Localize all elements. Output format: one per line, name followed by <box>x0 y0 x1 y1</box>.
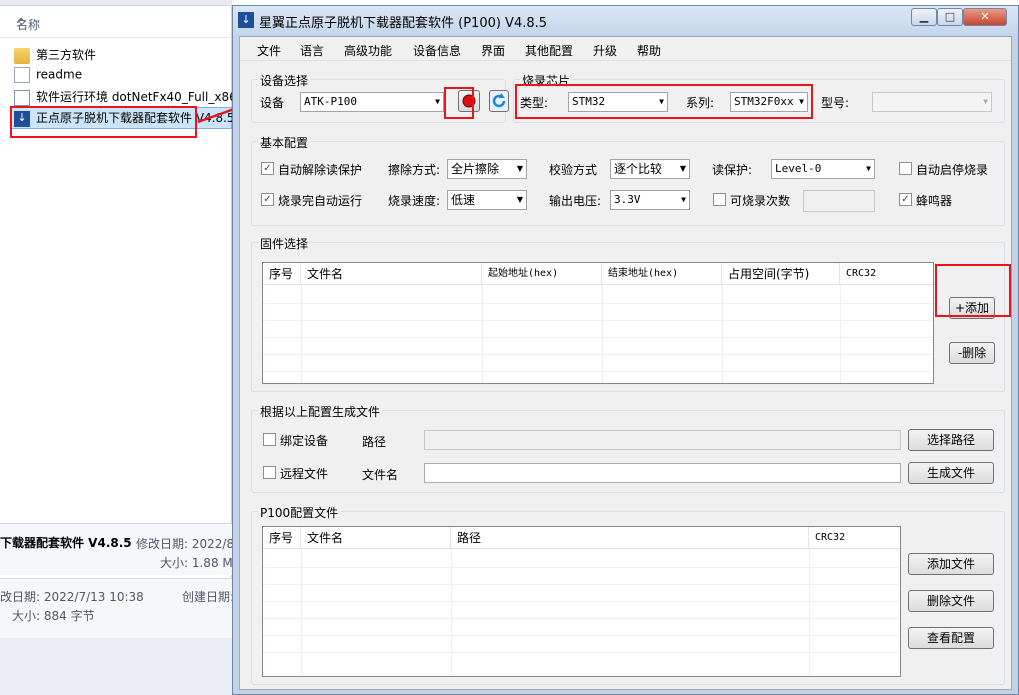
firmware-col-end: 结束地址(hex) <box>602 263 722 285</box>
add-config-file-button[interactable]: 添加文件 <box>908 553 994 575</box>
delete-firmware-button[interactable]: -删除 <box>949 342 995 364</box>
voltage-label: 输出电压: <box>549 194 602 208</box>
window-client-area: 文件 语言 高级功能 设备信息 界面 其他配置 升级 帮助 设备选择 设备 AT… <box>239 36 1012 690</box>
view-config-button[interactable]: 查看配置 <box>908 627 994 649</box>
chevron-down-icon: ▼ <box>681 195 686 204</box>
file-item-third-party[interactable]: 第三方软件 <box>14 46 234 66</box>
title-bar[interactable]: ↓ 星翼正点原子脱机下载器配套软件 (P100) V4.8.5 ▁ □ ✕ <box>233 6 1018 36</box>
buzzer-checkbox[interactable]: ✓ <box>899 193 912 206</box>
details-pane-bottom: 改日期: 2022/7/13 10:38 创建日期: 大小: 884 字节 <box>0 578 234 638</box>
details-pane-top: 下载器配套软件 V4.8.5 修改日期: 2022/8 大小: 1.88 M <box>0 523 234 575</box>
p100-col-filename: 文件名 <box>301 527 451 549</box>
explorer-toolbar-strip <box>0 0 232 6</box>
path-input[interactable] <box>424 430 901 450</box>
menu-device-info[interactable]: 设备信息 <box>413 42 461 59</box>
burn-count-checkbox[interactable] <box>713 193 726 206</box>
app-download-icon: ↓ <box>238 12 254 28</box>
auto-start-checkbox[interactable] <box>899 162 912 175</box>
p100-col-crc: CRC32 <box>809 527 900 549</box>
p100-config-table[interactable]: 序号 文件名 路径 CRC32 <box>262 526 901 677</box>
p100-col-index: 序号 <box>263 527 301 549</box>
minimize-button[interactable]: ▁ <box>911 8 937 26</box>
chevron-down-icon: ▼ <box>435 97 440 106</box>
refresh-icon <box>492 93 506 108</box>
folder-icon <box>14 47 30 64</box>
speed-label: 烧录速度: <box>388 194 441 208</box>
firmware-col-filename: 文件名 <box>301 263 482 285</box>
path-label: 路径 <box>362 435 387 449</box>
menu-help[interactable]: 帮助 <box>637 42 661 59</box>
remote-file-checkbox[interactable] <box>263 466 276 479</box>
firmware-col-start: 起始地址(hex) <box>482 263 602 285</box>
refresh-button[interactable] <box>489 90 509 112</box>
delete-config-file-button[interactable]: 删除文件 <box>908 590 994 612</box>
generate-file-button[interactable]: 生成文件 <box>908 462 994 484</box>
downloader-window: ↓ 星翼正点原子脱机下载器配套软件 (P100) V4.8.5 ▁ □ ✕ 文件… <box>232 5 1019 695</box>
menu-other-config[interactable]: 其他配置 <box>525 42 573 59</box>
menu-language[interactable]: 语言 <box>300 42 324 59</box>
close-button[interactable]: ✕ <box>963 8 1007 26</box>
burn-count-input[interactable] <box>803 190 875 212</box>
verify-combo[interactable]: 逐个比较 ▼ <box>610 159 690 179</box>
chip-model-combo[interactable]: ▼ <box>872 92 992 112</box>
window-title: 星翼正点原子脱机下载器配套软件 (P100) V4.8.5 <box>259 16 548 31</box>
chevron-down-icon: ▼ <box>516 164 523 173</box>
firmware-table[interactable]: 序号 文件名 起始地址(hex) 结束地址(hex) 占用空间(字节) CRC3… <box>262 262 934 384</box>
menu-interface[interactable]: 界面 <box>481 42 505 59</box>
device-combo[interactable]: ATK-P100 ▼ <box>300 92 444 112</box>
chevron-down-icon: ▼ <box>866 164 871 173</box>
menu-advanced[interactable]: 高级功能 <box>344 42 392 59</box>
auto-run-checkbox[interactable]: ✓ <box>261 193 274 206</box>
installer-icon <box>14 89 30 106</box>
select-path-button[interactable]: 选择路径 <box>908 429 994 451</box>
filename-label: 文件名 <box>362 468 399 482</box>
basic-config-group: 基本配置 ✓ 自动解除读保护 ✓ 烧录完自动运行 擦除方式: 全片擦除 ▼ 烧录速… <box>251 134 1005 226</box>
firmware-col-size: 占用空间(字节) <box>722 263 840 285</box>
read-protect-label: 读保护: <box>712 163 753 177</box>
p100-col-path: 路径 <box>451 527 809 549</box>
erase-combo[interactable]: 全片擦除 ▼ <box>447 159 527 179</box>
speed-combo[interactable]: 低速 ▼ <box>447 190 527 210</box>
column-name-label: 名称 <box>16 18 41 32</box>
explorer-column-header[interactable]: ^ 名称 <box>0 10 232 38</box>
chevron-down-icon: ▼ <box>516 195 523 204</box>
device-label: 设备 <box>260 96 285 110</box>
menu-file[interactable]: 文件 <box>257 42 281 59</box>
verify-label: 校验方式 <box>549 163 598 177</box>
highlight-box-detect <box>444 87 474 119</box>
explorer-status-area <box>0 638 232 695</box>
menu-upgrade[interactable]: 升级 <box>593 42 617 59</box>
chevron-down-icon: ▼ <box>679 164 686 173</box>
filename-input[interactable] <box>424 463 901 483</box>
file-item-readme[interactable]: readme <box>14 67 234 87</box>
highlight-box-chip <box>515 84 813 119</box>
auto-unprotect-checkbox[interactable]: ✓ <box>261 162 274 175</box>
bind-device-checkbox[interactable] <box>263 433 276 446</box>
chip-model-label: 型号: <box>821 96 850 110</box>
erase-label: 擦除方式: <box>388 163 441 177</box>
firmware-col-crc: CRC32 <box>840 263 933 285</box>
highlight-box-app-file <box>10 106 197 138</box>
document-icon <box>14 67 30 83</box>
firmware-col-index: 序号 <box>263 263 301 285</box>
firmware-select-group: 固件选择 序号 文件名 起始地址(hex) 结束地址(hex) 占用空间(字节)… <box>251 235 1005 392</box>
menu-bar: 文件 语言 高级功能 设备信息 界面 其他配置 升级 帮助 <box>240 37 1011 61</box>
maximize-button[interactable]: □ <box>937 8 963 26</box>
generate-file-group: 根据以上配置生成文件 绑定设备 远程文件 路径 文件名 选择路径 生成文件 <box>251 403 1005 493</box>
read-protect-combo[interactable]: Level-0 ▼ <box>771 159 875 179</box>
chevron-down-icon: ▼ <box>983 97 988 106</box>
voltage-combo[interactable]: 3.3V ▼ <box>610 190 690 210</box>
p100-config-group: P100配置文件 序号 文件名 路径 CRC32 添加文件 删除文件 查看配置 <box>251 504 1005 685</box>
highlight-box-add <box>935 264 1011 317</box>
